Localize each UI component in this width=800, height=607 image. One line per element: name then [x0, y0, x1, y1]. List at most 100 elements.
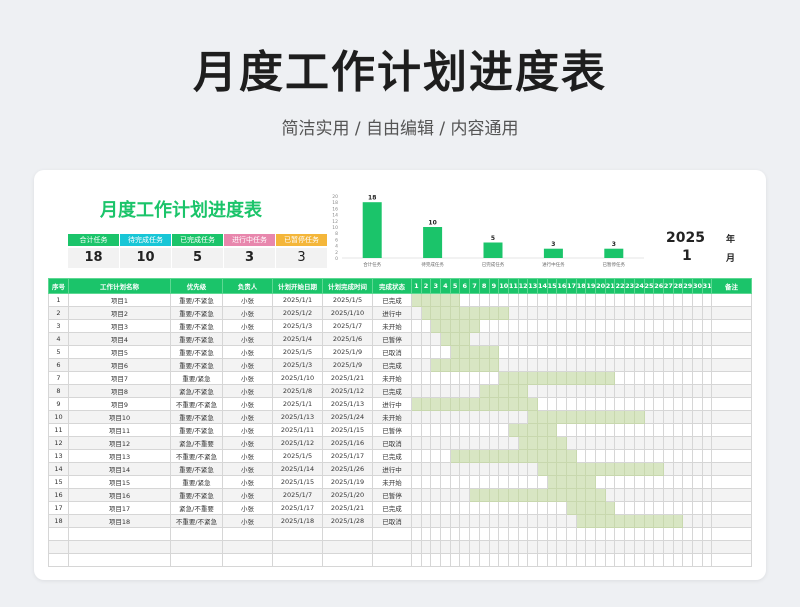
cell-no[interactable]: 15: [48, 475, 69, 489]
gantt-cell[interactable]: [459, 410, 471, 424]
gantt-cell[interactable]: [556, 423, 567, 437]
gantt-cell-active[interactable]: [498, 384, 509, 398]
empty-cell[interactable]: [372, 553, 412, 567]
gantt-cell[interactable]: [556, 332, 567, 346]
gantt-cell[interactable]: [556, 306, 567, 320]
gantt-cell-active[interactable]: [575, 371, 587, 385]
gantt-cell[interactable]: [575, 332, 587, 346]
gantt-cell[interactable]: [420, 475, 432, 489]
cell-priority[interactable]: 不重要/不紧急: [170, 449, 223, 463]
gantt-cell[interactable]: [624, 423, 635, 437]
gantt-cell[interactable]: [672, 319, 684, 333]
stat-in-progress[interactable]: 进行中任务 3: [224, 234, 275, 268]
gantt-cell-active[interactable]: [546, 423, 558, 437]
gantt-cell[interactable]: [546, 306, 558, 320]
cell-start[interactable]: 2025/1/14: [272, 462, 323, 476]
gantt-cell[interactable]: [672, 306, 684, 320]
day-header[interactable]: 1: [411, 278, 422, 294]
gantt-cell[interactable]: [556, 358, 567, 372]
gantt-cell[interactable]: [449, 410, 461, 424]
cell-owner[interactable]: 小张: [222, 436, 273, 450]
gantt-cell-active[interactable]: [566, 462, 577, 476]
gantt-cell[interactable]: [507, 358, 519, 372]
gantt-cell[interactable]: [507, 462, 519, 476]
day-header[interactable]: 15: [546, 278, 558, 294]
gantt-cell[interactable]: [411, 514, 422, 528]
gantt-cell[interactable]: [566, 397, 577, 411]
empty-cell[interactable]: [222, 527, 273, 541]
gantt-cell[interactable]: [478, 319, 490, 333]
gantt-cell[interactable]: [672, 488, 684, 502]
cell-no[interactable]: 10: [48, 410, 69, 424]
gantt-cell[interactable]: [498, 501, 509, 515]
gantt-cell[interactable]: [566, 423, 577, 437]
gantt-cell[interactable]: [595, 423, 606, 437]
cell-no[interactable]: 3: [48, 319, 69, 333]
gantt-cell[interactable]: [672, 462, 684, 476]
gantt-cell[interactable]: [604, 384, 616, 398]
table-row[interactable]: 5 项目5 重要/不紧急 小张 2025/1/5 2025/1/9 已取消: [48, 345, 752, 359]
empty-cell[interactable]: [272, 553, 323, 567]
cell-owner[interactable]: 小张: [222, 462, 273, 476]
gantt-cell[interactable]: [585, 384, 597, 398]
gantt-cell-active[interactable]: [488, 488, 500, 502]
gantt-cell-active[interactable]: [536, 488, 548, 502]
empty-cell[interactable]: [672, 527, 684, 541]
gantt-cell-active[interactable]: [440, 319, 451, 333]
cell-priority[interactable]: 重要/紧急: [170, 371, 223, 385]
gantt-cell[interactable]: [624, 436, 635, 450]
gantt-cell-active[interactable]: [517, 436, 529, 450]
gantt-cell-active[interactable]: [527, 449, 538, 463]
gantt-cell[interactable]: [643, 488, 655, 502]
gantt-cell[interactable]: [653, 488, 664, 502]
gantt-cell-active[interactable]: [459, 397, 471, 411]
gantt-cell[interactable]: [682, 345, 693, 359]
cell-end[interactable]: 2025/1/12: [322, 384, 373, 398]
gantt-cell[interactable]: [459, 488, 471, 502]
empty-cell[interactable]: [430, 527, 442, 541]
gantt-cell[interactable]: [682, 371, 693, 385]
empty-cell[interactable]: [222, 540, 273, 554]
gantt-cell-active[interactable]: [614, 410, 626, 424]
gantt-cell[interactable]: [527, 293, 538, 307]
gantt-cell[interactable]: [595, 358, 606, 372]
gantt-cell-active[interactable]: [595, 462, 606, 476]
gantt-cell[interactable]: [701, 293, 713, 307]
gantt-cell[interactable]: [411, 332, 422, 346]
gantt-cell[interactable]: [701, 358, 713, 372]
empty-cell[interactable]: [653, 540, 664, 554]
cell-note[interactable]: [711, 358, 752, 372]
gantt-cell[interactable]: [653, 293, 664, 307]
empty-cell[interactable]: [643, 540, 655, 554]
gantt-cell[interactable]: [575, 397, 587, 411]
empty-cell[interactable]: [459, 540, 471, 554]
cell-priority[interactable]: 重要/不紧急: [170, 306, 223, 320]
gantt-cell-active[interactable]: [449, 345, 461, 359]
gantt-cell[interactable]: [575, 319, 587, 333]
col-header-end[interactable]: 计划完成时间: [322, 278, 373, 294]
cell-owner[interactable]: 小张: [222, 384, 273, 398]
gantt-cell[interactable]: [478, 410, 490, 424]
gantt-cell-active[interactable]: [672, 514, 684, 528]
cell-start[interactable]: 2025/1/2: [272, 306, 323, 320]
gantt-cell[interactable]: [691, 462, 703, 476]
gantt-cell-active[interactable]: [585, 488, 597, 502]
gantt-cell[interactable]: [701, 410, 713, 424]
gantt-cell[interactable]: [691, 358, 703, 372]
cell-note[interactable]: [711, 345, 752, 359]
empty-cell[interactable]: [322, 527, 373, 541]
empty-cell[interactable]: [517, 553, 529, 567]
gantt-cell-active[interactable]: [498, 397, 509, 411]
gantt-cell-active[interactable]: [566, 488, 577, 502]
gantt-cell-active[interactable]: [478, 345, 490, 359]
cell-no[interactable]: 12: [48, 436, 69, 450]
gantt-cell[interactable]: [585, 449, 597, 463]
cell-end[interactable]: 2025/1/16: [322, 436, 373, 450]
gantt-cell-active[interactable]: [449, 358, 461, 372]
table-row[interactable]: 2 项目2 重要/不紧急 小张 2025/1/2 2025/1/10 进行中: [48, 306, 752, 320]
gantt-cell[interactable]: [507, 475, 519, 489]
stat-total[interactable]: 合计任务 18: [68, 234, 119, 268]
gantt-cell[interactable]: [604, 488, 616, 502]
cell-end[interactable]: 2025/1/21: [322, 371, 373, 385]
gantt-cell[interactable]: [507, 293, 519, 307]
